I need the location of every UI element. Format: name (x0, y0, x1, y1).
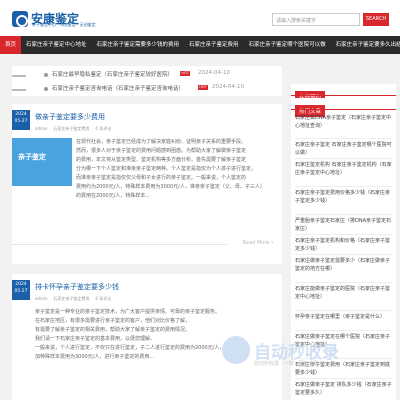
top-news-date: 2024-04-10 (212, 84, 244, 90)
logo-icon (12, 11, 28, 27)
excerpt-line: 在现代社会，亲子鉴定已经成为了解决家庭纠纷、证明亲子关系的重要手段。 (76, 139, 247, 145)
divider (295, 234, 392, 235)
nav-item-home[interactable]: 首页 (0, 36, 22, 54)
top-news-item[interactable]: 石家庄最早隐私鉴定（石家庄亲子鉴定较好医院） HOT 2024-04-10 (12, 70, 282, 84)
article-title[interactable]: 排卡怀孕亲子鉴定要多少钱 (35, 282, 119, 292)
nav-item-fees[interactable]: 石家庄亲子鉴定费用 (184, 36, 244, 54)
meta-author[interactable]: admin (35, 126, 48, 132)
site-logo[interactable]: 安康鉴定 亲子鉴定中心 · 司法鉴定 · 无创鉴定 (12, 8, 96, 30)
popular-link[interactable]: 石家庄能做亲子鉴定的医院（石家庄亲子鉴定中心地址） (295, 285, 393, 301)
nav-item-cost[interactable]: 石家庄亲子鉴定需要多少钱的费用 (92, 36, 185, 54)
meta-author[interactable]: admin (35, 296, 48, 302)
divider (295, 158, 392, 159)
top-news-title[interactable]: 石家庄亲子鉴定咨询电话（石家庄亲子鉴定咨询电话） (52, 84, 184, 92)
meta-comments[interactable]: 0 条评论 (96, 126, 112, 132)
popular-link[interactable]: 石家庄做亲子鉴定需要多少（石家庄做亲子鉴定的地方在哪） (295, 257, 393, 273)
divider (295, 138, 392, 139)
divider (295, 254, 392, 255)
popular-link[interactable]: 石家庄做亲子鉴定 排队多少钱（石家庄亲子鉴定要多久） (295, 381, 393, 397)
logo-subtitle: 亲子鉴定中心 · 司法鉴定 · 无创鉴定 (32, 22, 96, 27)
excerpt-line: 的费用在2000元/人，特殊样本... (76, 193, 151, 199)
date-day: 05-27 (14, 289, 28, 294)
popular-link[interactable]: 怀孕亲子鉴定在哪里（亲子鉴定是什么） (295, 313, 393, 321)
site-header: 安康鉴定 亲子鉴定中心 · 司法鉴定 · 无创鉴定 请输入搜索关键字 SEARC… (0, 0, 400, 36)
divider (291, 109, 396, 110)
popular-link[interactable]: 石家庄亲子鉴定机构和价格（石家庄亲子鉴定多少钱） (295, 237, 393, 253)
popular-link[interactable]: 石家庄鉴定机构 石家庄亲子鉴定机构（石家庄亲子鉴定中心地址） (295, 161, 393, 177)
article-card: 2024 05-27 做亲子鉴定要多少费用 admin 石家庄亲子鉴定费用 0 … (12, 104, 282, 264)
divider (12, 75, 26, 77)
excerpt-line: 有需要了解亲子鉴定的相关费用，帮助大家了解亲子鉴定的费用情况。 (35, 327, 191, 333)
divider (12, 244, 227, 245)
divider (295, 310, 392, 311)
divider (295, 214, 392, 215)
watermark-subtitle: 自动秒收录 · 一键 · 网站收录 (254, 361, 319, 367)
read-more-link[interactable]: Read More » (243, 240, 274, 246)
main-nav: 首页 石家庄亲子鉴定中心地址 石家庄亲子鉴定需要多少钱的费用 石家庄亲子鉴定费用… (0, 36, 400, 54)
thumbnail-caption: 亲子鉴定 (18, 153, 46, 161)
watermark-logo-icon (222, 336, 250, 364)
article-meta: admin 石家庄亲子鉴定费用 0 条评论 (35, 296, 111, 302)
top-news-item[interactable]: 石家庄亲子鉴定咨询电话（石家庄亲子鉴定咨询电话） HOT 2024-04-10 (12, 84, 282, 98)
bullet-icon (44, 87, 48, 91)
popular-link[interactable]: 石家庄做DNA亲子鉴定（石家庄亲子鉴定中心地址查询） (295, 114, 393, 130)
excerpt-line: 然而，很多人对于亲子鉴定的费用问题感到困惑。为帮助大家了解做亲子鉴定 (76, 148, 247, 154)
meta-category[interactable]: 石家庄亲子鉴定费用 (54, 296, 90, 302)
date-year: 2024 (15, 282, 27, 287)
popular-link[interactable]: 石家庄亲子鉴定费用价格多少钱（石家庄亲子鉴定多少钱） (295, 189, 393, 205)
article-excerpt: 在现代社会，亲子鉴定已经成为了解决家庭纠纷、证明亲子关系的重要手段。 然而，很多… (76, 138, 280, 201)
date-badge: 2024 05-27 (12, 110, 30, 130)
divider (291, 95, 396, 96)
divider (295, 186, 392, 187)
excerpt-line: 而准亲亲子鉴定是指仅仅父母和子女进行的亲子鉴定。一般来说，个人鉴定的 (76, 175, 247, 181)
excerpt-line: 的费用，本文将从鉴定类型、鉴定机构等多方面分析。首先需要了解亲子鉴定 (76, 157, 247, 163)
date-year: 2024 (15, 112, 27, 117)
top-news-title[interactable]: 石家庄最早隐私鉴定（石家庄亲子鉴定较好医院） (52, 70, 173, 78)
hot-badge: HOT (198, 85, 208, 90)
nav-item-hospital[interactable]: 石家庄亲子鉴定哪个医院可以做 (244, 36, 331, 54)
meta-category[interactable]: 石家庄亲子鉴定费用 (54, 126, 90, 132)
article-title[interactable]: 做亲子鉴定要多少费用 (35, 112, 105, 122)
top-news: 石家庄最早隐私鉴定（石家庄亲子鉴定较好医院） HOT 2024-04-10 石家… (12, 66, 282, 96)
meta-comments[interactable]: 0 条评论 (96, 296, 112, 302)
article-thumbnail[interactable]: 亲子鉴定 (12, 138, 72, 186)
page: 安康鉴定 亲子鉴定中心 · 司法鉴定 · 无创鉴定 请输入搜索关键字 SEARC… (0, 0, 400, 400)
nav-item-duration[interactable]: 石家庄亲子鉴定要多久出结果 (331, 36, 400, 54)
article-meta: admin 石家庄亲子鉴定费用 0 条评论 (35, 126, 111, 132)
search-button[interactable]: SEARCH (363, 13, 389, 26)
top-news-date: 2024-04-10 (198, 70, 230, 76)
nav-item-address[interactable]: 石家庄亲子鉴定中心地址 (21, 36, 92, 54)
bullet-icon (44, 73, 48, 77)
excerpt-line: 在石家庄地区，有很多需要进行亲子鉴定的客户，他们对比价格了解， (35, 318, 191, 324)
date-day: 05-27 (14, 119, 28, 124)
hot-badge: HOT (180, 71, 190, 76)
popular-link[interactable]: 严重胎亲子鉴定石家庄（排DNA亲子鉴定石家庄） (295, 217, 393, 233)
date-badge: 2024 05-27 (12, 280, 30, 300)
divider (12, 89, 26, 91)
watermark: 自动秒收录 自动秒收录 · 一键 · 网站收录 (222, 336, 400, 378)
excerpt-line: 费用约为2000元/人，特殊样本费用为3000元/人，准亲亲子鉴定（父、母、子三… (76, 184, 265, 190)
divider (295, 378, 392, 379)
divider (295, 330, 392, 331)
excerpt-line: 亲子鉴定是一种专业的亲子鉴定技术，为广大客户提供亲情、可靠的亲子鉴定服务。 (35, 309, 221, 315)
popular-link[interactable]: 石家庄亲子鉴定 石家庄亲子鉴定哪个医院可以做） (295, 141, 393, 157)
excerpt-line: 分为哪一下个人鉴定和准亲亲子鉴定两种。个人鉴定是指仅为个人孩子进行鉴定， (76, 166, 257, 172)
search-input[interactable]: 请输入搜索关键字 (272, 13, 360, 26)
divider (295, 282, 392, 283)
